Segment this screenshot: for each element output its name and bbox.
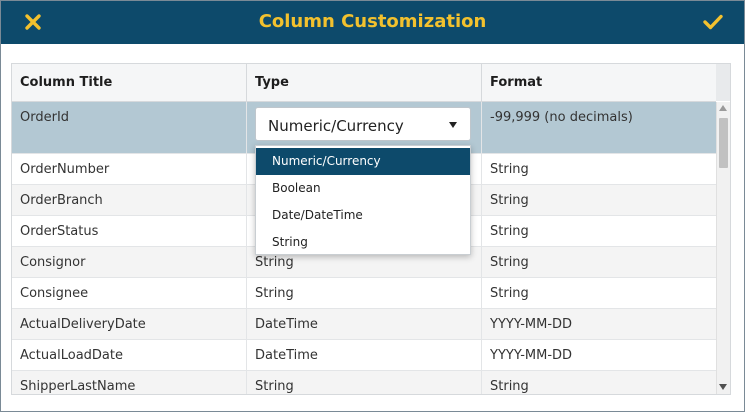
cell-format: String [490, 255, 529, 270]
type-dropdown-list: Numeric/Currency Boolean Date/DateTime Stri… [255, 145, 471, 255]
column-header-type[interactable]: Type [247, 64, 482, 101]
dropdown-option[interactable]: String [256, 229, 470, 256]
cell-column-title: OrderId [12, 102, 247, 153]
cell-format: -99,999 (no decimals) [490, 110, 633, 125]
table-row[interactable]: ShipperLastName String String [12, 371, 716, 394]
dropdown-option[interactable]: Date/DateTime [256, 202, 470, 229]
cell-column-title: OrderBranch [12, 185, 247, 215]
column-customization-dialog: Column Customization Column Title Type F… [0, 0, 745, 412]
cell-type[interactable]: String [247, 278, 482, 308]
cell-column-title: Consignee [12, 278, 247, 308]
cell-format: YYYY-MM-DD [490, 348, 573, 363]
table-row[interactable]: ActualDeliveryDate DateTime YYYY-MM-DD [12, 309, 716, 340]
type-select[interactable]: Numeric/Currency [255, 107, 471, 141]
cell-column-title: ShipperLastName [12, 371, 247, 394]
column-header-title[interactable]: Column Title [12, 64, 247, 101]
cell-format: String [490, 193, 529, 208]
grid-header: Column Title Type Format [12, 64, 716, 102]
cell-column-title: ActualDeliveryDate [12, 309, 247, 339]
scroll-up-icon[interactable] [719, 105, 727, 111]
cell-type[interactable]: String [247, 371, 482, 394]
cell-column-title: Consignor [12, 247, 247, 277]
table-row[interactable]: ActualLoadDate DateTime YYYY-MM-DD [12, 340, 716, 371]
caret-down-icon [449, 122, 457, 128]
vertical-scrollbar[interactable] [716, 102, 730, 394]
type-select-value: Numeric/Currency [268, 117, 404, 135]
table-row[interactable]: Consignee String String [12, 278, 716, 309]
column-header-format[interactable]: Format [482, 64, 716, 101]
scrollbar-header-filler [716, 64, 730, 101]
cell-format: YYYY-MM-DD [490, 317, 573, 332]
cell-column-title: ActualLoadDate [12, 340, 247, 370]
cell-type[interactable]: DateTime [247, 309, 482, 339]
cell-format: String [490, 379, 529, 394]
scrollbar-thumb[interactable] [719, 118, 728, 168]
cell-type[interactable]: DateTime [247, 340, 482, 370]
checkmark-icon[interactable] [700, 10, 726, 34]
cell-column-title: OrderStatus [12, 216, 247, 246]
cell-format: String [490, 224, 529, 239]
dialog-header: Column Customization [1, 1, 744, 44]
cell-format: String [490, 162, 529, 177]
dialog-title: Column Customization [258, 11, 487, 32]
dropdown-option[interactable]: Boolean [256, 175, 470, 202]
dropdown-option[interactable]: Numeric/Currency [256, 148, 470, 175]
cell-format: String [490, 286, 529, 301]
scroll-down-icon[interactable] [719, 384, 727, 390]
cell-column-title: OrderNumber [12, 154, 247, 184]
